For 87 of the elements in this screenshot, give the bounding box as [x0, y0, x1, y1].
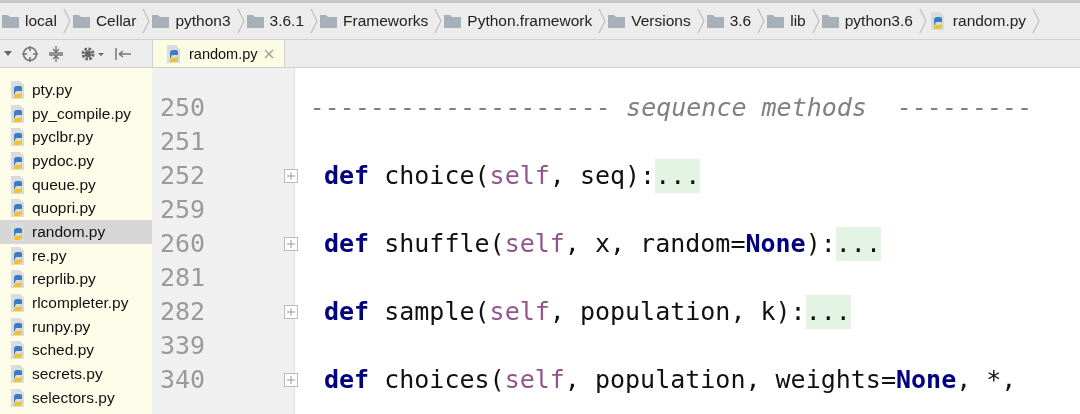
- chevron-separator: [62, 8, 71, 34]
- python-file-icon: [9, 340, 27, 361]
- chevron-separator: [1032, 8, 1041, 34]
- folder-icon: [246, 14, 264, 28]
- file-tree-item[interactable]: re.py: [0, 243, 152, 268]
- python-file-icon: [9, 245, 27, 266]
- python-file-icon: [9, 198, 27, 219]
- collapse-all-icon[interactable]: [48, 45, 64, 62]
- file-tree-item[interactable]: reprlib.py: [0, 267, 152, 292]
- folder-icon: [608, 14, 626, 28]
- hide-panel-icon[interactable]: [114, 45, 132, 62]
- expand-fold-icon[interactable]: [284, 373, 298, 387]
- expand-fold-icon[interactable]: [284, 305, 298, 319]
- code-line: def sample(self, population, k):...: [295, 295, 851, 329]
- folder-icon: [821, 14, 839, 28]
- line-number: 250: [160, 93, 206, 122]
- folder-icon: [72, 14, 90, 28]
- crosshair-icon[interactable]: [22, 45, 38, 62]
- line-number: 259: [160, 195, 206, 224]
- line-number: 260: [160, 229, 206, 258]
- breadcrumb-item[interactable]: Versions: [631, 12, 691, 30]
- file-tree-item[interactable]: random.py: [0, 220, 152, 244]
- chevron-separator: [142, 8, 151, 34]
- chevron-separator: [696, 8, 705, 34]
- python-file-icon: [9, 221, 27, 242]
- python-file-icon: [9, 127, 27, 148]
- breadcrumb-item[interactable]: 3.6.1: [269, 12, 305, 30]
- breadcrumb-item[interactable]: python3: [175, 12, 231, 30]
- line-number: 339: [160, 331, 206, 360]
- breadcrumb-item[interactable]: Cellar: [95, 12, 137, 30]
- python-file-icon: [165, 43, 183, 64]
- file-tree-item[interactable]: quopri.py: [0, 196, 152, 221]
- folder-icon: [2, 14, 19, 28]
- folder-icon: [320, 14, 338, 28]
- editor-tab[interactable]: random.py: [152, 40, 285, 67]
- file-tree-item[interactable]: pydoc.py: [0, 149, 152, 173]
- python-file-icon: [9, 174, 27, 195]
- file-tree-item[interactable]: pty.py: [0, 78, 152, 102]
- line-number: 251: [160, 127, 206, 156]
- breadcrumb-item[interactable]: local: [25, 12, 57, 30]
- chevron-separator: [598, 8, 607, 34]
- chevron-separator: [757, 8, 766, 34]
- code-line: def shuffle(self, x, random=None):...: [295, 227, 881, 261]
- expand-fold-icon[interactable]: [284, 237, 298, 251]
- close-icon[interactable]: [263, 48, 274, 59]
- breadcrumb-item[interactable]: 3.6: [729, 12, 752, 30]
- python-file-icon: [9, 103, 27, 124]
- chevron-separator: [918, 8, 927, 34]
- chevron-separator: [236, 8, 245, 34]
- python-file-icon: [9, 269, 27, 290]
- python-file-icon: [928, 11, 947, 31]
- file-tree-item[interactable]: selectors.py: [0, 385, 152, 410]
- folder-icon: [444, 14, 462, 28]
- file-tree-item[interactable]: py_compile.py: [0, 101, 152, 126]
- breadcrumb-item[interactable]: random.py: [952, 12, 1027, 30]
- breadcrumb-item[interactable]: python3.6: [844, 12, 913, 30]
- file-tree-item[interactable]: secrets.py: [0, 362, 152, 386]
- folder-icon: [152, 14, 170, 28]
- chevron-separator: [310, 8, 319, 34]
- python-file-icon: [9, 387, 27, 408]
- file-tree-item[interactable]: sched.py: [0, 338, 152, 363]
- folder-icon: [767, 14, 785, 28]
- python-file-icon: [9, 79, 27, 100]
- chevron-separator: [434, 8, 443, 34]
- expand-fold-icon[interactable]: [284, 169, 298, 183]
- line-number: 282: [160, 297, 206, 326]
- python-file-icon: [9, 316, 27, 337]
- line-number: 281: [160, 263, 206, 292]
- breadcrumb-item[interactable]: Python.framework: [467, 12, 593, 30]
- gear-icon[interactable]: [80, 45, 104, 62]
- file-tree-item[interactable]: runpy.py: [0, 314, 152, 339]
- code-line: -------------------- sequence methods ---------: [309, 92, 1033, 124]
- python-file-icon: [9, 364, 27, 385]
- line-number: 340: [160, 365, 206, 394]
- folder-icon: [706, 14, 724, 28]
- line-number: 252: [160, 161, 206, 190]
- code-line: def choice(self, seq):...: [295, 159, 701, 193]
- file-tree-item[interactable]: queue.py: [0, 172, 152, 197]
- dropdown-caret-icon[interactable]: [4, 51, 12, 56]
- code-line: def choices(self, population, weights=None, *,: [323, 364, 1017, 396]
- breadcrumb-item[interactable]: Frameworks: [343, 12, 429, 30]
- file-tree-item[interactable]: pyclbr.py: [0, 125, 152, 150]
- python-file-icon: [9, 293, 27, 314]
- file-tree-item[interactable]: rlcompleter.py: [0, 291, 152, 315]
- python-file-icon: [9, 150, 27, 171]
- breadcrumb-item[interactable]: lib: [790, 12, 806, 30]
- chevron-separator: [811, 8, 820, 34]
